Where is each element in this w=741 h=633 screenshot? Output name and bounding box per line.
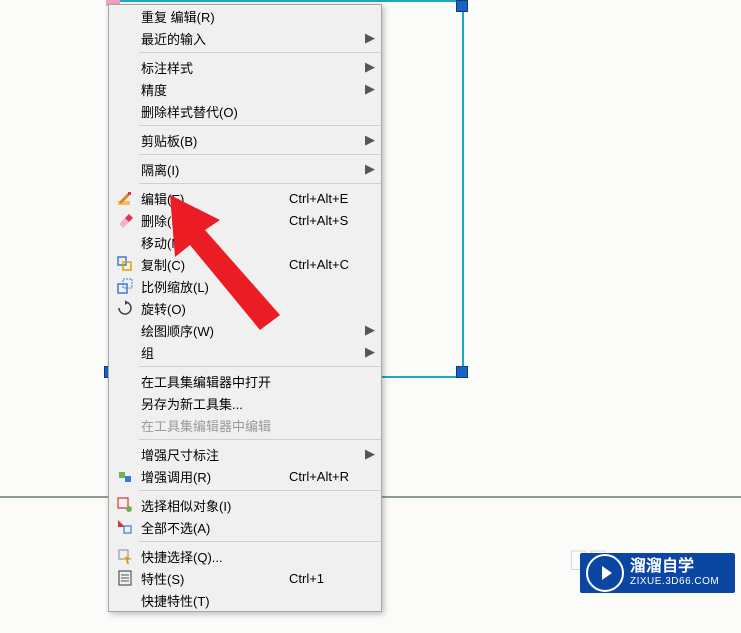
menu-edit-in-palette-editor: 在工具集编辑器中编辑 bbox=[109, 414, 381, 436]
copy-icon bbox=[113, 256, 137, 272]
erase-icon bbox=[113, 212, 137, 228]
quick-select-icon bbox=[113, 548, 137, 564]
separator bbox=[139, 541, 381, 542]
chevron-right-icon: ▶ bbox=[361, 344, 375, 360]
label: 特性(S) bbox=[137, 569, 289, 588]
brand-sub: ZIXUE.3D66.COM bbox=[630, 577, 719, 587]
menu-move[interactable]: 移动(M) bbox=[109, 231, 381, 253]
shortcut: Ctrl+Alt+R bbox=[289, 469, 361, 484]
label: 旋转(O) bbox=[137, 299, 289, 318]
label: 全部不选(A) bbox=[137, 518, 289, 537]
brand-name: 溜溜自学 bbox=[630, 559, 719, 575]
menu-scale[interactable]: 比例缩放(L) bbox=[109, 275, 381, 297]
label: 在工具集编辑器中编辑 bbox=[137, 416, 289, 435]
chevron-right-icon: ▶ bbox=[361, 322, 375, 338]
shortcut: Ctrl+Alt+E bbox=[289, 191, 361, 206]
label: 重复 编辑(R) bbox=[137, 7, 289, 26]
label: 增强尺寸标注 bbox=[137, 445, 289, 464]
separator bbox=[139, 366, 381, 367]
shortcut: Ctrl+1 bbox=[289, 571, 361, 586]
label: 剪贴板(B) bbox=[137, 131, 289, 150]
menu-group[interactable]: 组▶ bbox=[109, 341, 381, 363]
menu-repeat-edit[interactable]: 重复 编辑(R) bbox=[109, 5, 381, 27]
menu-enhance-call[interactable]: 增强调用(R) Ctrl+Alt+R bbox=[109, 465, 381, 487]
label: 移动(M) bbox=[137, 233, 289, 252]
menu-isolate[interactable]: 隔离(I) ▶ bbox=[109, 158, 381, 180]
chevron-right-icon: ▶ bbox=[361, 59, 375, 75]
label: 复制(C) bbox=[137, 255, 289, 274]
separator bbox=[139, 125, 381, 126]
chevron-right-icon: ▶ bbox=[361, 161, 375, 177]
label: 删除样式替代(O) bbox=[137, 102, 289, 121]
menu-quick-properties[interactable]: 快捷特性(T) bbox=[109, 589, 381, 611]
shortcut: Ctrl+Alt+C bbox=[289, 257, 361, 272]
canvas: ⎕⎕ 重复 编辑(R) 最近的输入▶ 标注样式▶ 精度▶ 删除样式替代(O) 剪… bbox=[0, 0, 741, 633]
separator bbox=[139, 52, 381, 53]
separator bbox=[139, 490, 381, 491]
menu-open-palette-editor[interactable]: 在工具集编辑器中打开 bbox=[109, 370, 381, 392]
label: 最近的输入 bbox=[137, 29, 289, 48]
separator bbox=[139, 183, 381, 184]
chevron-right-icon: ▶ bbox=[361, 132, 375, 148]
menu-properties[interactable]: 特性(S) Ctrl+1 bbox=[109, 567, 381, 589]
label: 另存为新工具集... bbox=[137, 394, 289, 413]
edit-icon bbox=[113, 190, 137, 206]
brand-watermark: 溜溜自学 ZIXUE.3D66.COM bbox=[580, 553, 735, 593]
menu-recent-input[interactable]: 最近的输入 ▶ bbox=[109, 27, 381, 49]
enhance-icon bbox=[113, 468, 137, 484]
chevron-right-icon: ▶ bbox=[361, 30, 375, 46]
menu-copy[interactable]: 复制(C) Ctrl+Alt+C bbox=[109, 253, 381, 275]
menu-deselect-all[interactable]: 全部不选(A) bbox=[109, 516, 381, 538]
menu-rotate[interactable]: 旋转(O) bbox=[109, 297, 381, 319]
rotate-icon bbox=[113, 300, 137, 316]
label: 隔离(I) bbox=[137, 160, 289, 179]
label: 增强调用(R) bbox=[137, 467, 289, 486]
deselect-icon bbox=[113, 519, 137, 535]
grip-bottom-right[interactable] bbox=[456, 366, 468, 378]
menu-edit[interactable]: 编辑(E) Ctrl+Alt+E bbox=[109, 187, 381, 209]
label: 编辑(E) bbox=[137, 189, 289, 208]
menu-dim-style[interactable]: 标注样式 ▶ bbox=[109, 56, 381, 78]
select-similar-icon bbox=[113, 497, 137, 513]
properties-icon bbox=[113, 570, 137, 586]
label: 删除(S) bbox=[137, 211, 289, 230]
label: 精度 bbox=[137, 80, 289, 99]
play-icon bbox=[586, 554, 624, 592]
menu-del-style-override[interactable]: 删除样式替代(O) bbox=[109, 100, 381, 122]
label: 选择相似对象(I) bbox=[137, 496, 289, 515]
grip-top-right[interactable] bbox=[456, 0, 468, 12]
menu-draw-order[interactable]: 绘图顺序(W) ▶ bbox=[109, 319, 381, 341]
chevron-right-icon: ▶ bbox=[361, 81, 375, 97]
menu-save-as-palette[interactable]: 另存为新工具集... bbox=[109, 392, 381, 414]
menu-quick-select[interactable]: 快捷选择(Q)... bbox=[109, 545, 381, 567]
scale-icon bbox=[113, 278, 137, 294]
label: 快捷选择(Q)... bbox=[137, 547, 289, 566]
menu-clipboard[interactable]: 剪贴板(B) ▶ bbox=[109, 129, 381, 151]
label: 组 bbox=[137, 343, 289, 362]
label: 比例缩放(L) bbox=[137, 277, 289, 296]
menu-precision[interactable]: 精度 ▶ bbox=[109, 78, 381, 100]
label: 标注样式 bbox=[137, 58, 289, 77]
label: 在工具集编辑器中打开 bbox=[137, 372, 289, 391]
menu-select-similar[interactable]: 选择相似对象(I) bbox=[109, 494, 381, 516]
separator bbox=[139, 439, 381, 440]
label: 绘图顺序(W) bbox=[137, 321, 289, 340]
separator bbox=[139, 154, 381, 155]
menu-delete[interactable]: 删除(S) Ctrl+Alt+S bbox=[109, 209, 381, 231]
chevron-right-icon: ▶ bbox=[361, 446, 375, 462]
shortcut: Ctrl+Alt+S bbox=[289, 213, 361, 228]
context-menu: 重复 编辑(R) 最近的输入 ▶ 标注样式 ▶ 精度 ▶ 删除样式替代(O) 剪贴板(… bbox=[108, 4, 382, 612]
menu-enhance-dim[interactable]: 增强尺寸标注 ▶ bbox=[109, 443, 381, 465]
label: 快捷特性(T) bbox=[137, 591, 289, 610]
